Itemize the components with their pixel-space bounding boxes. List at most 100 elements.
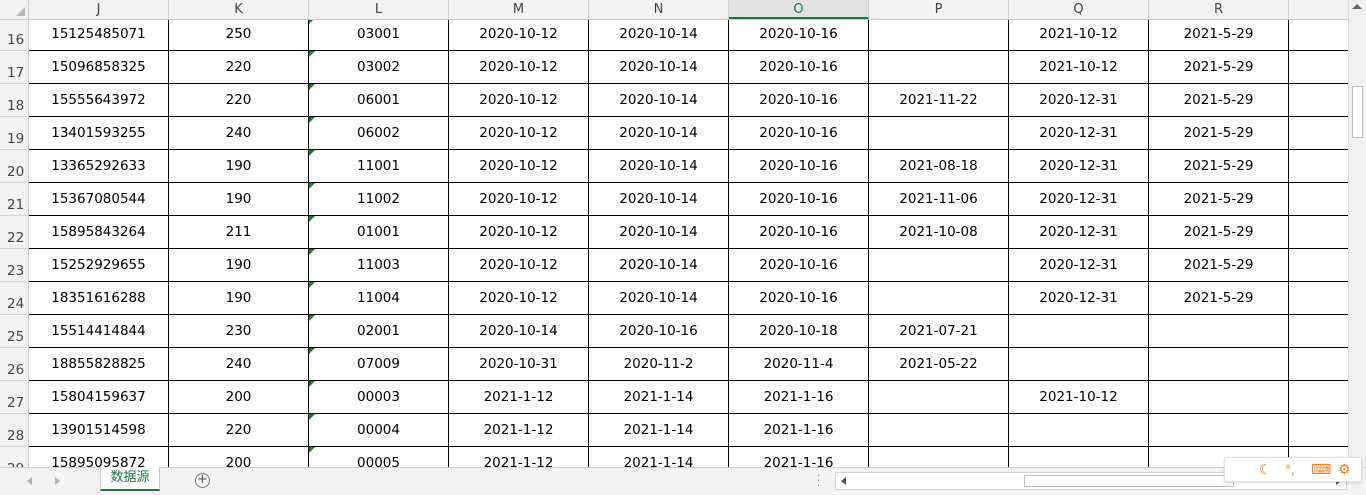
settings-icon[interactable]: ⚙ — [1338, 461, 1351, 479]
cell-l[interactable]: 06002 — [309, 117, 449, 150]
row-header[interactable]: 16 — [0, 20, 29, 51]
cell-m[interactable]: 2021-1-12 — [449, 414, 589, 447]
cell-s[interactable]: 20 — [1289, 117, 1348, 150]
cell-p[interactable]: 2021-10-08 — [869, 216, 1009, 249]
cell-o[interactable]: 2020-10-16 — [729, 20, 869, 51]
row-header[interactable]: 24 — [0, 282, 29, 315]
cell-j[interactable]: 15096858325 — [29, 51, 169, 84]
cell-l[interactable]: 11004 — [309, 282, 449, 315]
cell-s[interactable]: 20 — [1289, 282, 1348, 315]
cell-k[interactable]: 190 — [169, 183, 309, 216]
cell-m[interactable]: 2020-10-12 — [449, 150, 589, 183]
cell-o[interactable]: 2021-1-16 — [729, 447, 869, 467]
cell-p[interactable]: 2021-05-22 — [869, 348, 1009, 381]
cell-n[interactable]: 2020-10-14 — [589, 150, 729, 183]
row-header[interactable]: 19 — [0, 117, 29, 150]
cell-n[interactable]: 2020-10-14 — [589, 249, 729, 282]
cell-p[interactable] — [869, 282, 1009, 315]
cell-q[interactable] — [1009, 315, 1149, 348]
cell-n[interactable]: 2020-10-14 — [589, 216, 729, 249]
cell-n[interactable]: 2021-1-14 — [589, 414, 729, 447]
cell-o[interactable]: 2020-10-16 — [729, 51, 869, 84]
cell-j[interactable]: 18351616288 — [29, 282, 169, 315]
cell-j[interactable]: 15804159637 — [29, 381, 169, 414]
row-header[interactable]: 28 — [0, 414, 29, 447]
column-header-k[interactable]: K — [169, 0, 309, 19]
cell-k[interactable]: 230 — [169, 315, 309, 348]
tab-split-handle[interactable]: · · · — [817, 472, 821, 492]
cell-q[interactable]: 2020-12-31 — [1009, 216, 1149, 249]
cell-m[interactable]: 2020-10-12 — [449, 282, 589, 315]
cell-p[interactable] — [869, 249, 1009, 282]
scroll-up-icon[interactable] — [1352, 4, 1362, 9]
cell-r[interactable] — [1149, 381, 1289, 414]
cell-l[interactable]: 06001 — [309, 84, 449, 117]
cell-p[interactable]: 2021-08-18 — [869, 150, 1009, 183]
cell-l[interactable]: 00005 — [309, 447, 449, 467]
cell-n[interactable]: 2020-10-14 — [589, 282, 729, 315]
cell-p[interactable] — [869, 381, 1009, 414]
cell-k[interactable]: 220 — [169, 51, 309, 84]
cell-l[interactable]: 11001 — [309, 150, 449, 183]
cell-k[interactable]: 220 — [169, 414, 309, 447]
cell-q[interactable] — [1009, 414, 1149, 447]
next-sheet-icon[interactable] — [55, 477, 60, 485]
row-header[interactable]: 27 — [0, 381, 29, 414]
cell-r[interactable] — [1149, 315, 1289, 348]
cell-j[interactable]: 13901514598 — [29, 414, 169, 447]
cell-p[interactable]: 2021-11-06 — [869, 183, 1009, 216]
cell-n[interactable]: 2021-1-14 — [589, 447, 729, 467]
cell-j[interactable]: 15367080544 — [29, 183, 169, 216]
cell-q[interactable]: 2020-12-31 — [1009, 183, 1149, 216]
cell-o[interactable]: 2020-10-16 — [729, 216, 869, 249]
cell-j[interactable]: 15252929655 — [29, 249, 169, 282]
column-header-m[interactable]: M — [449, 0, 589, 19]
cell-q[interactable] — [1009, 348, 1149, 381]
cell-p[interactable] — [869, 20, 1009, 51]
cell-q[interactable] — [1009, 447, 1149, 467]
cell-n[interactable]: 2020-10-14 — [589, 84, 729, 117]
cell-m[interactable]: 2020-10-12 — [449, 216, 589, 249]
cell-m[interactable]: 2020-10-14 — [449, 315, 589, 348]
cell-m[interactable]: 2020-10-12 — [449, 84, 589, 117]
row-header[interactable]: 17 — [0, 51, 29, 84]
cell-p[interactable] — [869, 51, 1009, 84]
cell-l[interactable]: 03002 — [309, 51, 449, 84]
cell-o[interactable]: 2020-10-16 — [729, 150, 869, 183]
cell-o[interactable]: 2021-1-16 — [729, 414, 869, 447]
cell-k[interactable]: 211 — [169, 216, 309, 249]
keyboard-icon[interactable]: ⌨ — [1311, 461, 1331, 479]
cell-j[interactable]: 15895095872 — [29, 447, 169, 467]
cell-n[interactable]: 2020-10-14 — [589, 117, 729, 150]
cell-s[interactable]: 20 — [1289, 315, 1348, 348]
cell-o[interactable]: 2020-10-18 — [729, 315, 869, 348]
cell-m[interactable]: 2020-10-12 — [449, 20, 589, 51]
cell-k[interactable]: 220 — [169, 84, 309, 117]
column-header-n[interactable]: N — [589, 0, 729, 19]
cell-s[interactable]: 20 — [1289, 183, 1348, 216]
cell-q[interactable]: 2020-12-31 — [1009, 117, 1149, 150]
row-header[interactable]: 21 — [0, 183, 29, 216]
row-header[interactable]: 18 — [0, 84, 29, 117]
cell-s[interactable]: 20 — [1289, 51, 1348, 84]
cell-l[interactable]: 02001 — [309, 315, 449, 348]
sheet-tab[interactable]: 数据源 — [100, 467, 160, 491]
cell-k[interactable]: 200 — [169, 447, 309, 467]
cell-r[interactable]: 2021-5-29 — [1149, 20, 1289, 51]
row-header[interactable]: 25 — [0, 315, 29, 348]
cell-o[interactable]: 2020-10-16 — [729, 249, 869, 282]
cell-o[interactable]: 2021-1-16 — [729, 381, 869, 414]
cell-m[interactable]: 2021-1-12 — [449, 447, 589, 467]
row-header[interactable]: 26 — [0, 348, 29, 381]
cell-s[interactable]: 20 — [1289, 20, 1348, 51]
cell-n[interactable]: 2020-10-14 — [589, 51, 729, 84]
cell-s[interactable]: 20 — [1289, 249, 1348, 282]
cell-j[interactable]: 13401593255 — [29, 117, 169, 150]
select-all-corner[interactable] — [0, 0, 29, 19]
cell-o[interactable]: 2020-10-16 — [729, 282, 869, 315]
row-header[interactable]: 20 — [0, 150, 29, 183]
cell-n[interactable]: 2020-10-16 — [589, 315, 729, 348]
cell-l[interactable]: 03001 — [309, 20, 449, 51]
cell-j[interactable]: 18855828825 — [29, 348, 169, 381]
cell-q[interactable]: 2020-12-31 — [1009, 282, 1149, 315]
